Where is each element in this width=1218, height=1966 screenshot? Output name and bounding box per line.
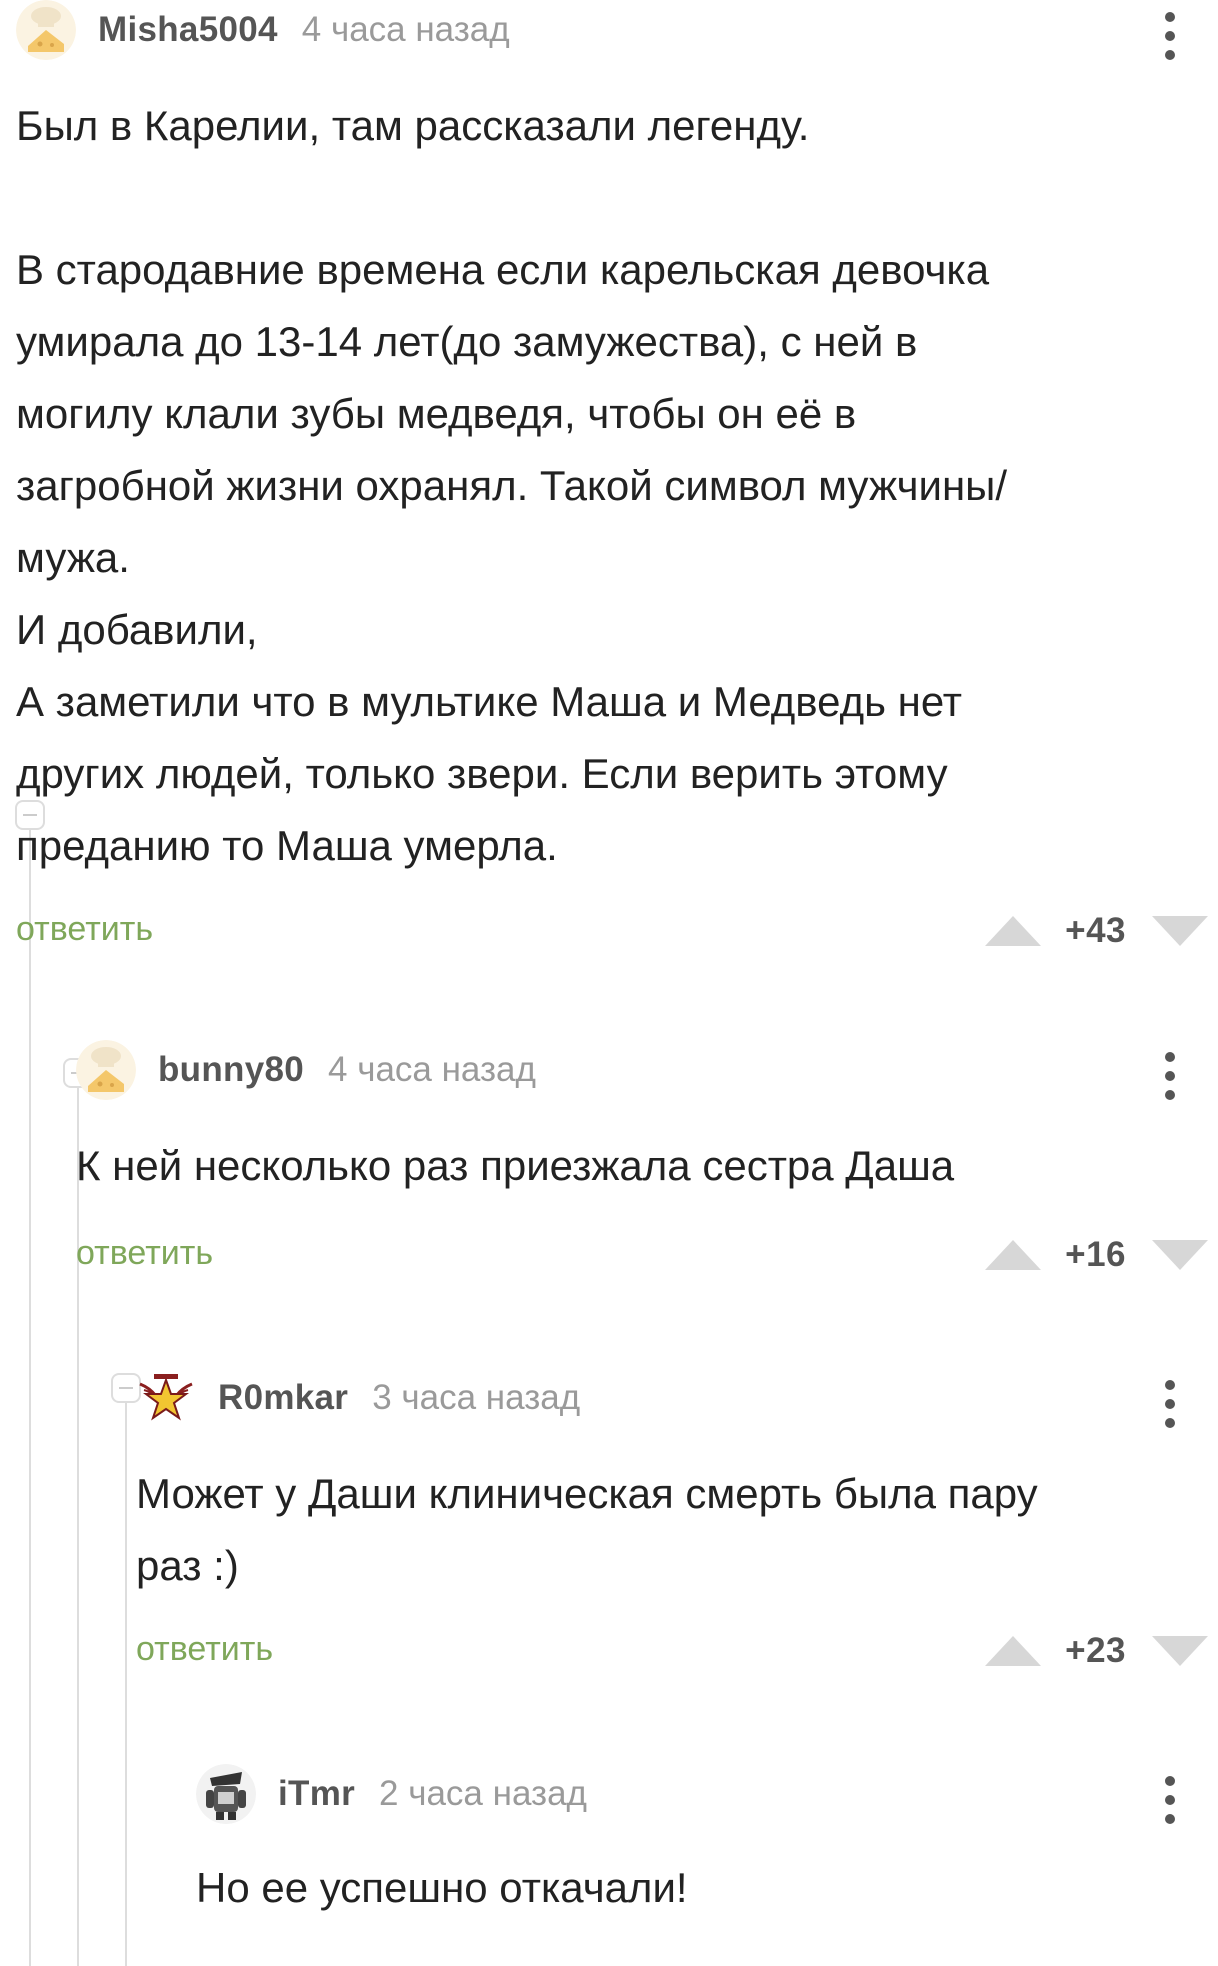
comment-header: iTmr 2 часа назад (196, 1764, 587, 1824)
comment-text: Но ее успешно откачали! (196, 1864, 688, 1911)
reply-link[interactable]: ответить (136, 1630, 273, 1669)
upvote-arrow-icon[interactable] (985, 1636, 1042, 1666)
comment-header: R0mkar 3 часа назад (136, 1368, 580, 1428)
timestamp: 3 часа назад (372, 1378, 581, 1417)
rating: +16 (1065, 1235, 1126, 1274)
timestamp: 4 часа назад (328, 1050, 536, 1089)
more-options-icon[interactable] (1158, 8, 1182, 64)
username[interactable]: Misha5004 (98, 10, 278, 50)
more-options-icon[interactable] (1158, 1376, 1182, 1432)
minus-icon (119, 1387, 133, 1389)
more-options-icon[interactable] (1158, 1048, 1182, 1104)
comment-header: bunny80 4 часа назад (76, 1040, 536, 1100)
rating: +43 (1065, 911, 1126, 950)
robot-figure-avatar[interactable] (196, 1764, 256, 1824)
chef-cheese-avatar[interactable] (76, 1040, 136, 1100)
comment-text: Был в Карелии, там рассказали легенду. В… (16, 102, 1007, 869)
username[interactable]: iTmr (278, 1774, 355, 1814)
comment-text: Может у Даши клиническая смерть была пар… (136, 1470, 1038, 1589)
downvote-arrow-icon[interactable] (1152, 916, 1208, 946)
vote-controls: +16 (985, 1235, 1208, 1275)
vote-controls: +23 (985, 1631, 1208, 1671)
timestamp: 4 часа назад (301, 10, 510, 49)
timestamp: 2 часа назад (379, 1774, 587, 1813)
thread-line-level-3 (125, 1403, 127, 1966)
reply-link[interactable]: ответить (16, 910, 153, 949)
chef-cheese-avatar[interactable] (16, 0, 76, 60)
comment-header: Misha5004 4 часа назад (16, 0, 510, 60)
downvote-arrow-icon[interactable] (1152, 1240, 1208, 1270)
downvote-arrow-icon[interactable] (1152, 1636, 1208, 1666)
comment-text: К ней несколько раз приезжала сестра Даш… (76, 1142, 955, 1189)
thread-line-level-1 (29, 830, 31, 1966)
username[interactable]: bunny80 (158, 1050, 304, 1090)
reply-link[interactable]: ответить (76, 1234, 213, 1273)
upvote-arrow-icon[interactable] (985, 916, 1042, 946)
upvote-arrow-icon[interactable] (985, 1240, 1042, 1270)
vote-controls: +43 (985, 911, 1208, 951)
winged-star-avatar[interactable] (136, 1368, 196, 1428)
more-options-icon[interactable] (1158, 1772, 1182, 1828)
username[interactable]: R0mkar (218, 1378, 348, 1418)
thread-line-level-2 (77, 1088, 79, 1966)
rating: +23 (1065, 1631, 1126, 1670)
